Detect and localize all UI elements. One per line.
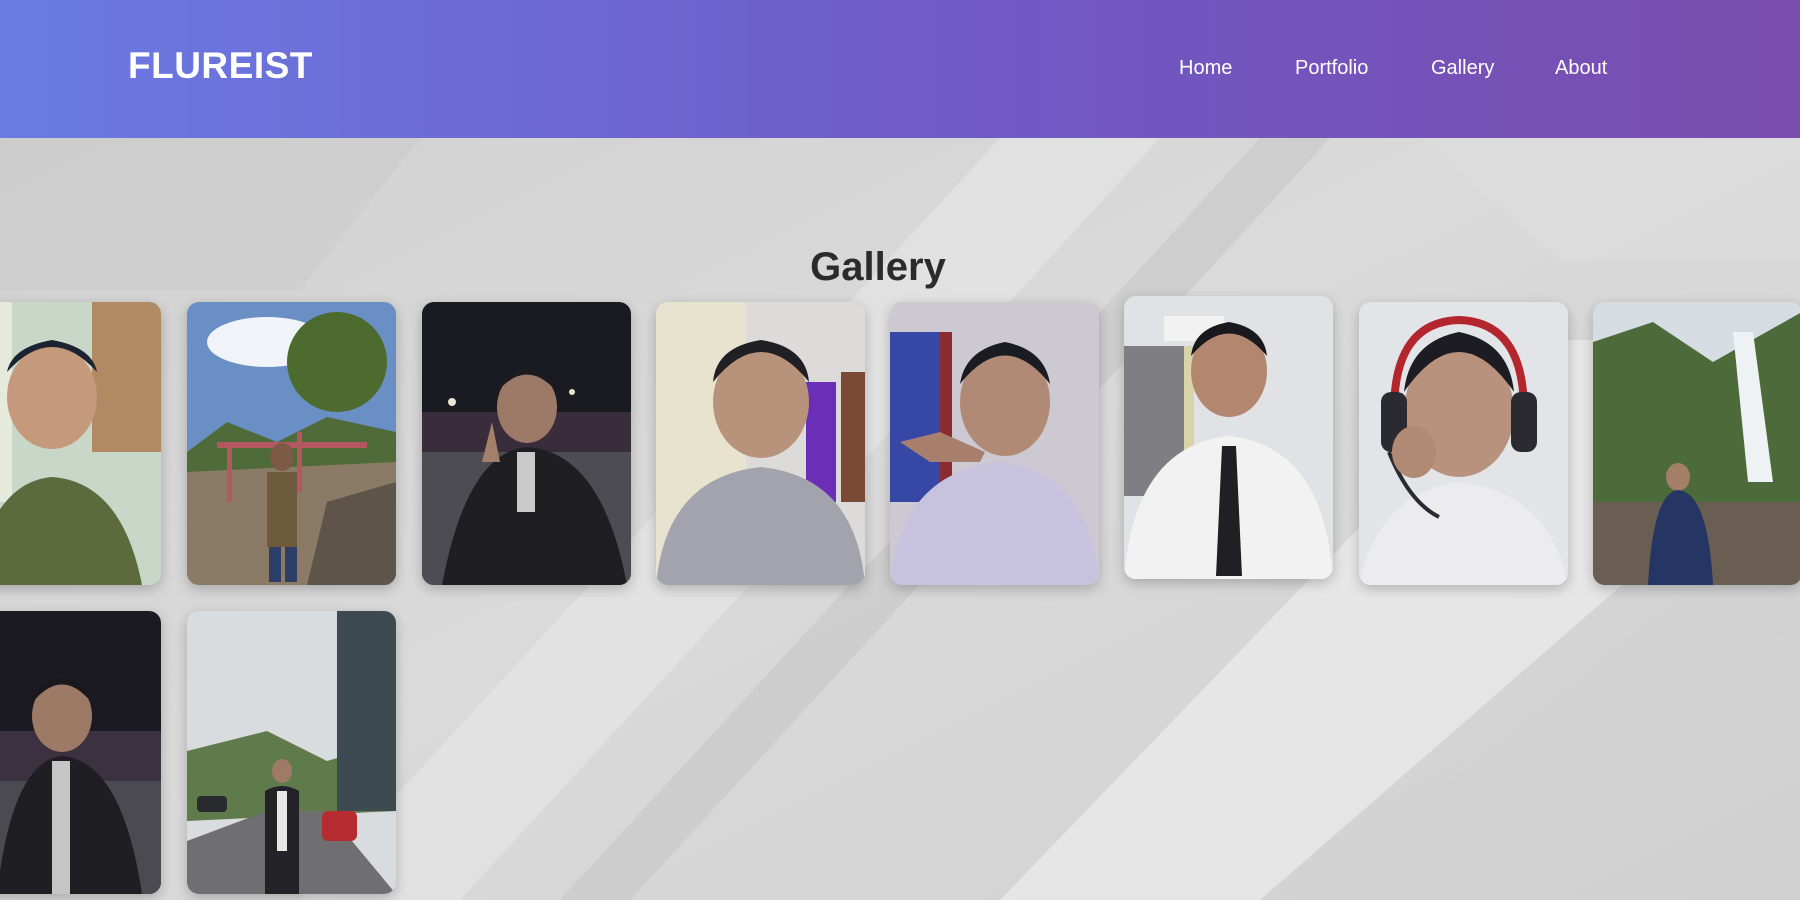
gallery-photo[interactable]	[1124, 296, 1333, 579]
photo-night-street	[0, 611, 161, 894]
photo-room-grey-shirt	[656, 302, 865, 585]
photo-waterfall	[1593, 302, 1800, 585]
gallery-photo[interactable]	[0, 611, 161, 894]
gallery-photo[interactable]	[1359, 302, 1568, 585]
gallery-photo[interactable]	[187, 611, 396, 894]
gallery-grid	[0, 0, 1800, 900]
photo-white-shirt-tie	[1124, 296, 1333, 579]
gallery-photo[interactable]	[0, 302, 161, 585]
photo-hilltop-railing	[187, 302, 396, 585]
gallery-photo[interactable]	[656, 302, 865, 585]
gallery-photo[interactable]	[890, 302, 1099, 585]
photo-peace-lavender	[890, 302, 1099, 585]
gallery-photo[interactable]	[1593, 302, 1800, 585]
photo-hallway-portrait	[0, 302, 161, 585]
photo-night-peace	[422, 302, 631, 585]
photo-mountain-road	[187, 611, 396, 894]
gallery-photo[interactable]	[187, 302, 396, 585]
gallery-photo[interactable]	[422, 302, 631, 585]
photo-gaming-headset	[1359, 302, 1568, 585]
